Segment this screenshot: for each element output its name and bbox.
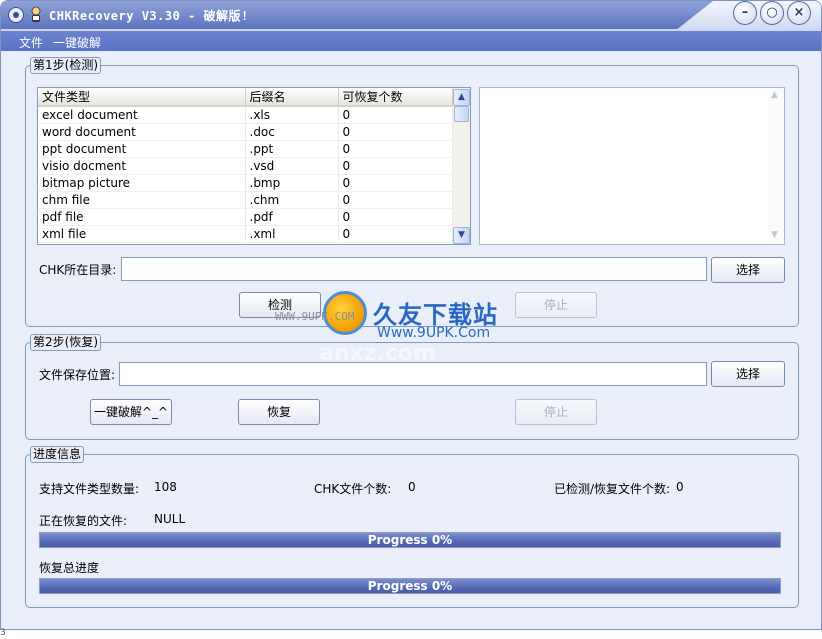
- menu-bar: 文件 一键破解: [1, 31, 821, 51]
- table-row[interactable]: pdf file .pdf 0: [38, 208, 453, 226]
- app-window: CHKRecovery V3.30 - 破解版! – ○ × 文件 一键破解 第…: [0, 0, 822, 630]
- save-location-label: 文件保存位置:: [39, 368, 116, 382]
- log-scroll-up-icon[interactable]: ▲: [771, 90, 778, 100]
- watermark: 久友下载站 Www.9UPK.Com WWW.9UPK.COM anxz.com: [275, 279, 527, 369]
- column-header-type[interactable]: 文件类型: [38, 88, 246, 107]
- log-scrollbar[interactable]: ▲ ▼: [768, 88, 784, 244]
- cell-count: 0: [338, 157, 453, 175]
- recover-button[interactable]: 恢复: [238, 399, 320, 425]
- step1-legend: 第1步(检测): [30, 57, 101, 74]
- table-row[interactable]: excel document .xls 0: [38, 106, 453, 124]
- cell-type: xml file: [38, 225, 246, 243]
- cell-type: pdf file: [38, 208, 246, 226]
- column-header-ext[interactable]: 后缀名: [245, 88, 339, 107]
- progress-legend: 进度信息: [30, 446, 85, 463]
- table-header-row: 文件类型 后缀名 可恢复个数: [38, 88, 453, 107]
- file-type-table: 文件类型 后缀名 可恢复个数 excel document .xls 0 word …: [38, 88, 453, 243]
- browse-chk-dir-button[interactable]: 选择: [711, 257, 785, 283]
- total-progress-label: 恢复总进度: [39, 561, 100, 575]
- cell-count: 0: [338, 140, 453, 158]
- table-row[interactable]: visio docment .vsd 0: [38, 157, 453, 175]
- checked-count-value: 0: [676, 480, 684, 494]
- browse-save-location-button[interactable]: 选择: [711, 361, 785, 387]
- file-progress-bar: Progress 0%: [39, 532, 781, 548]
- menu-file[interactable]: 文件: [19, 34, 43, 51]
- title-bar[interactable]: CHKRecovery V3.30 - 破解版! – ○ ×: [1, 1, 821, 31]
- cell-ext: .ppt: [245, 140, 339, 158]
- watermark-url: Www.9UPK.Com: [377, 325, 491, 341]
- stop-recover-button[interactable]: 停止: [515, 399, 597, 425]
- step2-legend: 第2步(恢复): [30, 334, 101, 351]
- table-row[interactable]: chm file .chm 0: [38, 191, 453, 209]
- cell-ext: .doc: [245, 123, 339, 141]
- list-scrollbar[interactable]: ▲ ▼: [453, 88, 470, 244]
- cell-count: 0: [338, 123, 453, 141]
- restore-button[interactable]: ○: [760, 1, 784, 25]
- window-title: CHKRecovery V3.30 - 破解版!: [49, 9, 249, 23]
- total-progress-bar: Progress 0%: [39, 578, 781, 594]
- cell-type: visio docment: [38, 157, 246, 175]
- scroll-thumb[interactable]: [454, 106, 469, 122]
- current-file-value: NULL: [154, 512, 186, 526]
- detect-log-textarea[interactable]: ▲ ▼: [479, 87, 785, 245]
- table-row[interactable]: word document .doc 0: [38, 123, 453, 141]
- cell-ext: .chm: [245, 191, 339, 209]
- scroll-down-icon[interactable]: ▼: [453, 227, 470, 244]
- close-button[interactable]: ×: [787, 1, 811, 25]
- cell-type: excel document: [38, 106, 246, 124]
- cell-count: 0: [338, 208, 453, 226]
- log-scroll-down-icon[interactable]: ▼: [771, 230, 778, 240]
- cell-ext: .xml: [245, 225, 339, 243]
- supported-types-label: 支持文件类型数量:: [39, 482, 140, 496]
- cell-type: word document: [38, 123, 246, 141]
- file-type-list[interactable]: 文件类型 后缀名 可恢复个数 excel document .xls 0 word …: [37, 87, 471, 245]
- checked-count-label: 已检测/恢复文件个数:: [554, 482, 671, 496]
- cell-count: 0: [338, 225, 453, 243]
- cell-ext: .pdf: [245, 208, 339, 226]
- cell-type: chm file: [38, 191, 246, 209]
- cell-ext: .bmp: [245, 174, 339, 192]
- cell-count: 0: [338, 174, 453, 192]
- app-icon: [31, 6, 41, 22]
- system-menu-icon[interactable]: [8, 7, 24, 23]
- column-header-count[interactable]: 可恢复个数: [338, 88, 453, 107]
- chk-count-label: CHK文件个数:: [314, 482, 392, 496]
- menu-crack[interactable]: 一键破解: [53, 34, 101, 51]
- cell-type: ppt document: [38, 140, 246, 158]
- watermark-small-url: WWW.9UPK.COM: [275, 310, 355, 323]
- minimize-button[interactable]: –: [733, 1, 757, 25]
- cell-ext: .vsd: [245, 157, 339, 175]
- table-row[interactable]: bitmap picture .bmp 0: [38, 174, 453, 192]
- chk-dir-input[interactable]: [121, 257, 707, 281]
- table-row[interactable]: xml file .xml 0: [38, 225, 453, 243]
- chk-dir-label: CHK所在目录:: [39, 263, 117, 277]
- cell-count: 0: [338, 106, 453, 124]
- cell-ext: .xls: [245, 106, 339, 124]
- scroll-up-icon[interactable]: ▲: [453, 89, 470, 106]
- chk-count-value: 0: [408, 480, 416, 494]
- watermark-ghost-text: anxz.com: [319, 341, 436, 366]
- table-row[interactable]: ppt document .ppt 0: [38, 140, 453, 158]
- footer-text: 3: [0, 628, 6, 638]
- stop-detect-button[interactable]: 停止: [515, 292, 597, 318]
- cell-type: bitmap picture: [38, 174, 246, 192]
- one-click-crack-button[interactable]: 一键破解^_^: [90, 399, 172, 425]
- supported-types-value: 108: [154, 480, 177, 494]
- cell-count: 0: [338, 191, 453, 209]
- current-file-label: 正在恢复的文件:: [39, 514, 128, 528]
